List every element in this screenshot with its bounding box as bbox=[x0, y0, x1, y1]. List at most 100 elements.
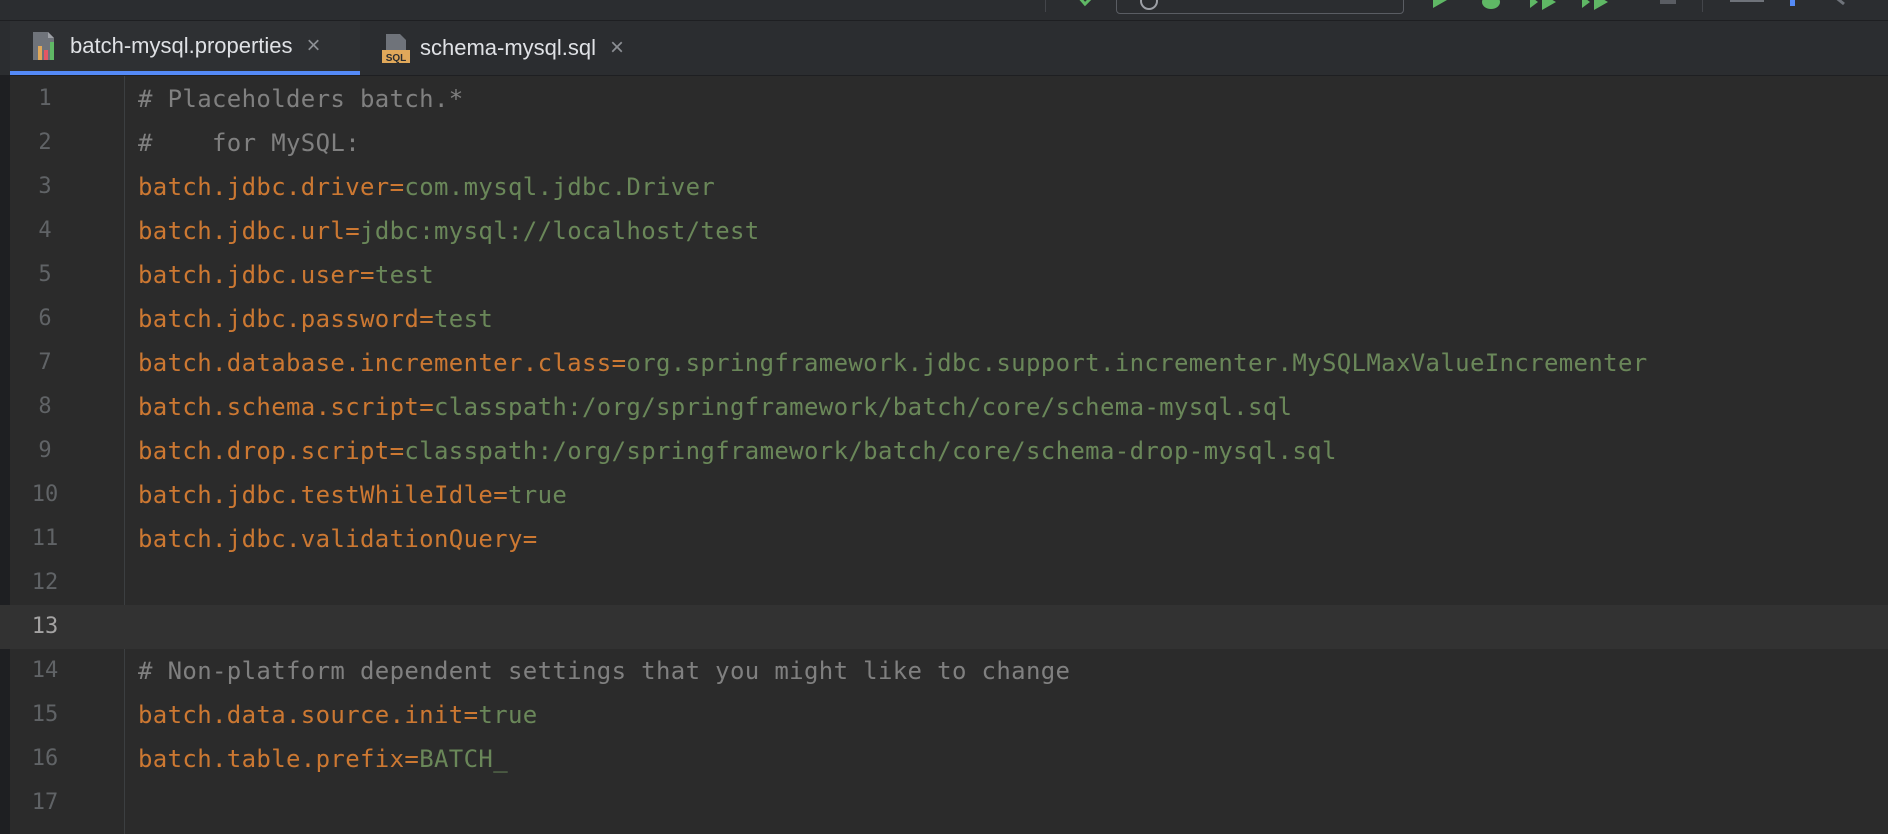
property-key: batch.jdbc.testWhileIdle bbox=[138, 481, 494, 509]
editor-tab-bar: batch-mysql.properties × SQL schema-mysq… bbox=[0, 21, 1888, 76]
line-number: 14 bbox=[31, 658, 59, 683]
line-number: 5 bbox=[38, 262, 52, 287]
tab-label: batch-mysql.properties bbox=[70, 33, 293, 58]
toolbar-menu-icon[interactable] bbox=[977, 0, 1001, 11]
coverage-icon[interactable] bbox=[1528, 0, 1560, 15]
property-key: batch.jdbc.driver bbox=[138, 173, 390, 201]
line-number: 4 bbox=[38, 218, 52, 243]
code-line: # for MySQL: bbox=[138, 121, 360, 165]
property-separator: = bbox=[345, 217, 361, 245]
main-toolbar bbox=[0, 0, 1888, 21]
line-number: 1 bbox=[38, 86, 52, 111]
property-separator: = bbox=[389, 437, 405, 465]
editor-line[interactable]: 4 batch.jdbc.url=jdbc:mysql://localhost/t… bbox=[0, 209, 1888, 253]
code-line: batch.jdbc.validationQuery= bbox=[138, 517, 538, 561]
property-separator: = bbox=[493, 481, 508, 509]
line-number: 15 bbox=[31, 702, 59, 727]
toolbar-action-icon[interactable] bbox=[1728, 0, 1768, 13]
property-separator: = bbox=[522, 525, 538, 553]
property-value: classpath:/org/springframework/batch/cor… bbox=[434, 393, 1293, 421]
property-value: true bbox=[478, 701, 538, 729]
line-number: 6 bbox=[38, 306, 52, 331]
editor-line[interactable]: 11 batch.jdbc.validationQuery= bbox=[0, 517, 1888, 561]
editor-line[interactable]: 2 # for MySQL: bbox=[0, 121, 1888, 165]
profile-icon[interactable] bbox=[1580, 0, 1612, 15]
editor-line[interactable]: 9 batch.drop.script=classpath:/org/spring… bbox=[0, 429, 1888, 473]
comment-text: # for MySQL: bbox=[138, 129, 360, 157]
editor-line[interactable]: 15 batch.data.source.init=true bbox=[0, 693, 1888, 737]
line-number: 10 bbox=[31, 482, 59, 507]
line-number: 2 bbox=[38, 130, 52, 155]
property-key: batch.schema.script bbox=[138, 393, 420, 421]
editor-line[interactable]: 5 batch.jdbc.user=test bbox=[0, 253, 1888, 297]
code-line: # Placeholders batch.* bbox=[138, 77, 464, 121]
property-value: classpath:/org/springframework/batch/cor… bbox=[404, 437, 1337, 465]
editor-line[interactable]: 16 batch.table.prefix=BATCH_ bbox=[0, 737, 1888, 781]
editor-line[interactable]: 10 batch.jdbc.testWhileIdle=true bbox=[0, 473, 1888, 517]
debug-icon[interactable] bbox=[1478, 0, 1504, 15]
property-separator: = bbox=[389, 173, 405, 201]
code-line: batch.drop.script=classpath:/org/springf… bbox=[138, 429, 1337, 473]
line-number: 17 bbox=[31, 790, 59, 815]
property-value: test bbox=[434, 305, 494, 333]
sql-file-icon: SQL bbox=[380, 32, 410, 64]
editor-line[interactable]: 14 # Non-platform dependent settings that… bbox=[0, 649, 1888, 693]
editor-line[interactable]: 17 bbox=[0, 781, 1888, 825]
line-number: 8 bbox=[38, 394, 52, 419]
vcs-commit-icon[interactable] bbox=[1832, 0, 1862, 13]
editor-line[interactable]: 12 bbox=[0, 561, 1888, 605]
code-line: # Non-platform dependent settings that y… bbox=[138, 649, 1070, 693]
property-value: org.springframework.jdbc.support.increme… bbox=[626, 349, 1648, 377]
line-number: 13 bbox=[31, 614, 59, 639]
property-key: batch.jdbc.url bbox=[138, 217, 346, 245]
close-icon[interactable]: × bbox=[307, 34, 321, 58]
editor-line[interactable]: 1 # Placeholders batch.* bbox=[0, 77, 1888, 121]
code-line: batch.jdbc.password=test bbox=[138, 297, 493, 341]
vcs-update-icon[interactable] bbox=[1784, 0, 1804, 13]
editor-line[interactable]: 3 batch.jdbc.driver=com.mysql.jdbc.Driver bbox=[0, 165, 1888, 209]
editor-line[interactable]: 8 batch.schema.script=classpath:/org/spri… bbox=[0, 385, 1888, 429]
line-number: 11 bbox=[31, 526, 59, 551]
property-key: batch.jdbc.password bbox=[138, 305, 420, 333]
code-editor[interactable]: 1 # Placeholders batch.* 2 # for MySQL: 3 bat… bbox=[0, 76, 1888, 834]
code-line: batch.jdbc.url=jdbc:mysql://localhost/te… bbox=[138, 209, 760, 253]
property-value: jdbc:mysql://localhost/test bbox=[360, 217, 760, 245]
code-line: batch.jdbc.driver=com.mysql.jdbc.Driver bbox=[138, 165, 715, 209]
property-value: true bbox=[508, 481, 568, 509]
tab-schema-mysql-sql[interactable]: SQL schema-mysql.sql × bbox=[360, 21, 652, 75]
property-key: batch.jdbc.validationQuery bbox=[138, 525, 523, 553]
line-number: 7 bbox=[38, 350, 52, 375]
line-number: 3 bbox=[38, 174, 52, 199]
property-value: BATCH_ bbox=[419, 745, 508, 773]
property-separator: = bbox=[611, 349, 627, 377]
line-number: 9 bbox=[38, 438, 52, 463]
run-icon[interactable] bbox=[1430, 0, 1450, 13]
svg-text:SQL: SQL bbox=[386, 53, 407, 64]
property-value: test bbox=[374, 261, 435, 289]
property-separator: = bbox=[404, 745, 420, 773]
editor-line[interactable]: 7 batch.database.incrementer.class=org.sp… bbox=[0, 341, 1888, 385]
comment-text: # Placeholders batch.* bbox=[138, 85, 464, 113]
line-number: 12 bbox=[31, 570, 59, 595]
property-separator: = bbox=[419, 393, 434, 421]
line-number: 16 bbox=[31, 746, 59, 771]
tab-batch-mysql-properties[interactable]: batch-mysql.properties × bbox=[10, 21, 360, 75]
code-line: batch.jdbc.testWhileIdle=true bbox=[138, 473, 567, 517]
code-line: batch.schema.script=classpath:/org/sprin… bbox=[138, 385, 1292, 429]
property-key: batch.table.prefix bbox=[138, 745, 405, 773]
code-line: batch.jdbc.user=test bbox=[138, 253, 434, 297]
property-key: batch.database.incrementer.class bbox=[138, 349, 612, 377]
close-icon[interactable]: × bbox=[610, 36, 624, 60]
comment-text: # Non-platform dependent settings that y… bbox=[138, 657, 1071, 685]
code-line: batch.table.prefix=BATCH_ bbox=[138, 737, 508, 781]
property-separator: = bbox=[360, 261, 375, 289]
run-configuration-selector[interactable] bbox=[1116, 0, 1404, 14]
property-separator: = bbox=[419, 305, 434, 333]
tab-label: schema-mysql.sql bbox=[420, 35, 597, 60]
build-icon[interactable] bbox=[1075, 0, 1099, 13]
editor-line[interactable]: 6 batch.jdbc.password=test bbox=[0, 297, 1888, 341]
code-line: batch.data.source.init=true bbox=[138, 693, 538, 737]
stop-icon[interactable] bbox=[1658, 0, 1680, 13]
editor-line[interactable]: 13 bbox=[0, 605, 1888, 649]
property-value: com.mysql.jdbc.Driver bbox=[404, 173, 716, 201]
